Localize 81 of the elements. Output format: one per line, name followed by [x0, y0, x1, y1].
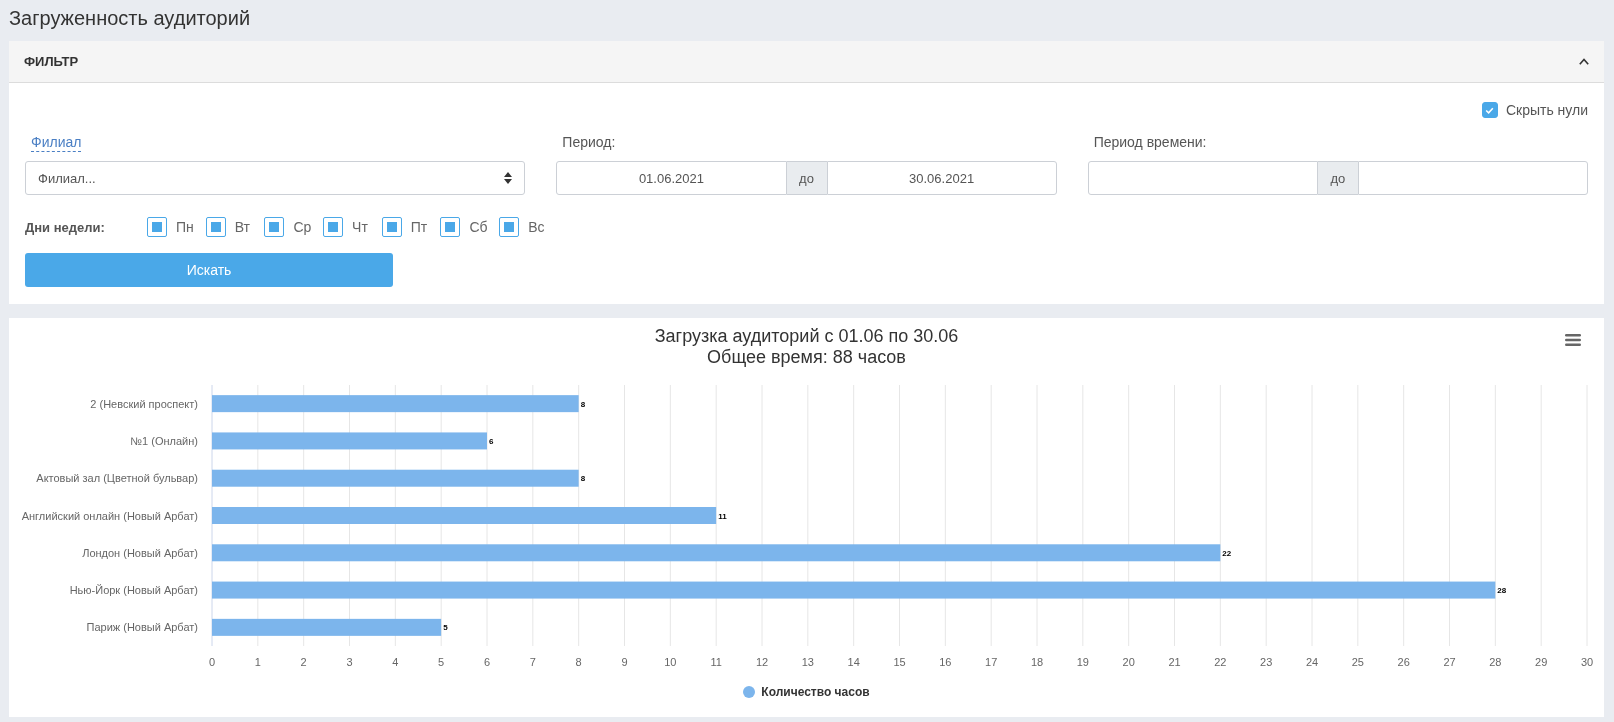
day-checkbox[interactable]	[381, 217, 402, 237]
day-checkbox[interactable]	[147, 217, 167, 237]
category-label: Лондон (Новый Арбат)	[82, 546, 198, 559]
category-label: Нью-Йорк (Новый Арбат)	[69, 584, 198, 597]
category-label: 2 (Невский проспект)	[90, 397, 198, 410]
axis-tick-label: 23	[1260, 656, 1273, 668]
day-checkbox[interactable]	[499, 217, 520, 237]
axis-tick-label: 28	[1489, 656, 1502, 668]
axis-tick-label: 15	[893, 656, 906, 668]
axis-tick-label: 6	[483, 656, 491, 668]
axis-tick-label: 14	[847, 656, 860, 668]
axis-tick-label: 27	[1443, 656, 1456, 668]
time-from-field[interactable]	[1087, 161, 1318, 195]
filter-title: ФИЛЬТР	[24, 54, 79, 69]
branch-label-link[interactable]: Филиал	[31, 133, 82, 152]
axis-tick-label: 5	[438, 656, 445, 668]
date-from-field[interactable]: 01.06.2021	[556, 161, 787, 195]
axis-tick-label: 21	[1168, 656, 1181, 668]
day-checkbox[interactable]	[440, 217, 461, 237]
data-label: 6	[489, 436, 494, 446]
category-label: Париж (Новый Арбат)	[86, 621, 198, 634]
axis-tick-label: 18	[1030, 656, 1044, 668]
legend-item[interactable]: Количество часов	[743, 684, 870, 700]
category-label: Актовый зал (Цветной бульвар)	[36, 472, 198, 485]
axis-tick-label: 30	[1580, 656, 1594, 668]
day-label: Пт	[410, 219, 428, 235]
axis-tick-label: 22	[1214, 656, 1227, 668]
chevron-up-icon[interactable]	[1579, 58, 1589, 65]
data-label: 11	[718, 511, 727, 521]
axis-tick-label: 7	[529, 656, 536, 668]
branch-select[interactable]: Филиал...	[25, 161, 526, 195]
day-checkbox[interactable]	[264, 217, 285, 237]
data-label: 28	[1497, 586, 1507, 596]
field-label: Период:	[562, 134, 616, 150]
day-label: Чт	[352, 219, 368, 235]
time-to-field[interactable]	[1357, 161, 1588, 195]
axis-tick-label: 12	[755, 656, 769, 668]
checkbox-label: Скрыть нули	[1505, 102, 1588, 118]
check-icon	[1485, 106, 1495, 114]
data-label: 8	[580, 474, 586, 484]
axis-tick-label: 26	[1397, 656, 1410, 668]
axis-tick-label: 19	[1076, 656, 1089, 668]
chart-subtitle: Общее время: 88 часов	[706, 347, 907, 368]
range-separator: до	[786, 161, 827, 195]
day-label: Сб	[469, 219, 488, 235]
data-label: 5	[443, 623, 448, 633]
date-to-field[interactable]: 30.06.2021	[826, 161, 1057, 195]
page-title: Загруженность аудиторий	[9, 6, 252, 31]
menu-icon[interactable]	[1565, 334, 1581, 346]
axis-tick-label: 20	[1122, 656, 1135, 668]
day-label: Ср	[293, 219, 312, 235]
category-label: №1 (Онлайн)	[130, 434, 198, 447]
category-label: Английский онлайн (Новый Арбат)	[21, 509, 198, 522]
axis-tick-label: 3	[346, 656, 353, 668]
axis-tick-label: 17	[985, 656, 998, 668]
day-checkbox[interactable]	[323, 217, 344, 237]
weekdays-label: Дни недели:	[25, 219, 106, 235]
data-label: 22	[1222, 548, 1232, 558]
checkbox[interactable]	[1481, 102, 1498, 118]
axis-tick-label: 13	[801, 656, 814, 668]
chart-title: Загрузка аудиторий с 01.06 по 30.06	[654, 326, 959, 347]
axis-tick-label: 29	[1535, 656, 1548, 668]
range-separator: до	[1317, 161, 1358, 195]
axis-tick-label: 4	[392, 656, 399, 668]
axis-tick-label: 10	[664, 656, 677, 668]
day-label: Вс	[528, 219, 545, 235]
data-label: 8	[580, 399, 586, 409]
axis-tick-label: 1	[254, 656, 261, 668]
axis-tick-label: 0	[208, 656, 216, 668]
day-label: Вт	[234, 219, 250, 235]
axis-tick-label: 16	[939, 656, 952, 668]
up-down-arrows-icon	[504, 172, 513, 184]
axis-tick-label: 9	[621, 656, 628, 668]
day-checkbox[interactable]	[205, 217, 226, 237]
axis-tick-label: 24	[1305, 656, 1319, 668]
axis-tick-label: 8	[575, 656, 582, 668]
day-label: Пн	[176, 219, 194, 235]
axis-tick-label: 25	[1351, 656, 1364, 668]
axis-tick-label: 2	[300, 656, 307, 668]
axis-tick-label: 11	[710, 656, 722, 668]
field-label: Период времени:	[1093, 134, 1207, 150]
